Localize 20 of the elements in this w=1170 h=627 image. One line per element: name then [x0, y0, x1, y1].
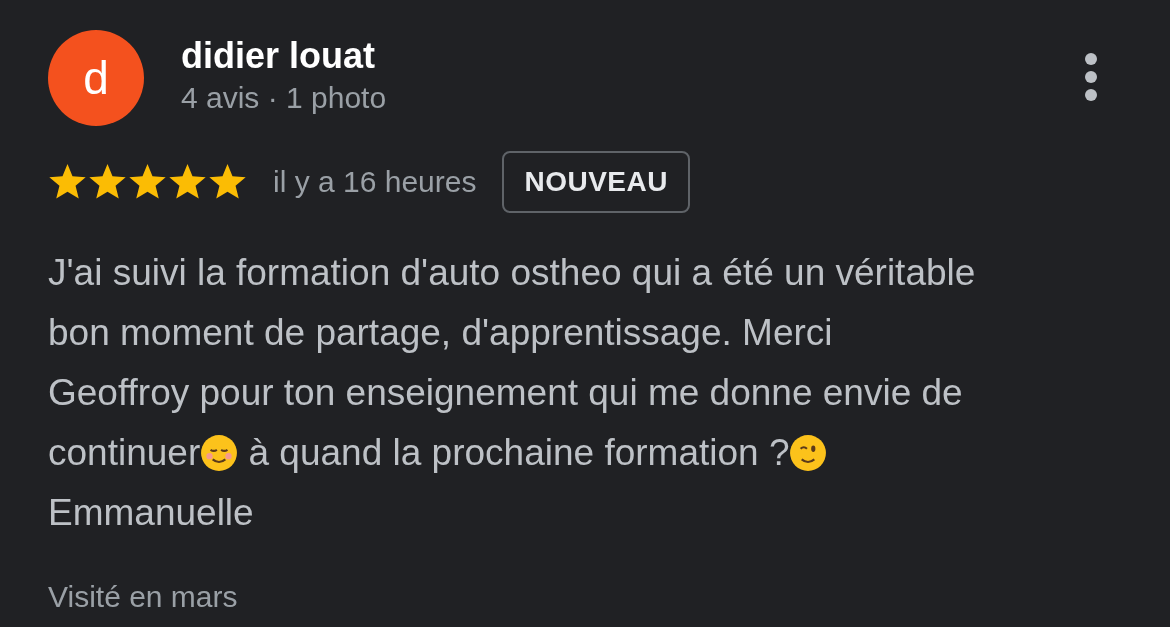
star-icon: [48, 163, 87, 201]
review-text: continuer: [48, 431, 201, 475]
smiling-face-icon: [200, 434, 239, 472]
review-text: J'ai suivi la formation d'auto ostheo qui a été un véritable: [48, 251, 976, 295]
avatar: d: [48, 30, 144, 126]
winking-face-icon: [789, 434, 828, 472]
review-text: bon moment de partage, d'apprentissage. Merci: [48, 311, 833, 355]
new-badge: NOUVEAU: [502, 151, 690, 213]
more-options-icon[interactable]: [1084, 52, 1098, 102]
star-icon: [208, 163, 247, 201]
star-icon: [168, 163, 207, 201]
review-time: il y a 16 heures: [273, 165, 477, 199]
author-name[interactable]: didier louat: [181, 34, 387, 78]
star-icon: [128, 163, 167, 201]
review-text: Emmanuelle: [48, 491, 254, 535]
visit-date: Visité en mars: [48, 580, 239, 614]
review-count: 4 avis · 1 photo: [181, 80, 387, 116]
star-icon: [88, 163, 127, 201]
review-text: à quand la prochaine formation ?: [247, 431, 790, 475]
review-text: Geoffroy pour ton enseignement qui me donne envie de: [48, 371, 963, 415]
